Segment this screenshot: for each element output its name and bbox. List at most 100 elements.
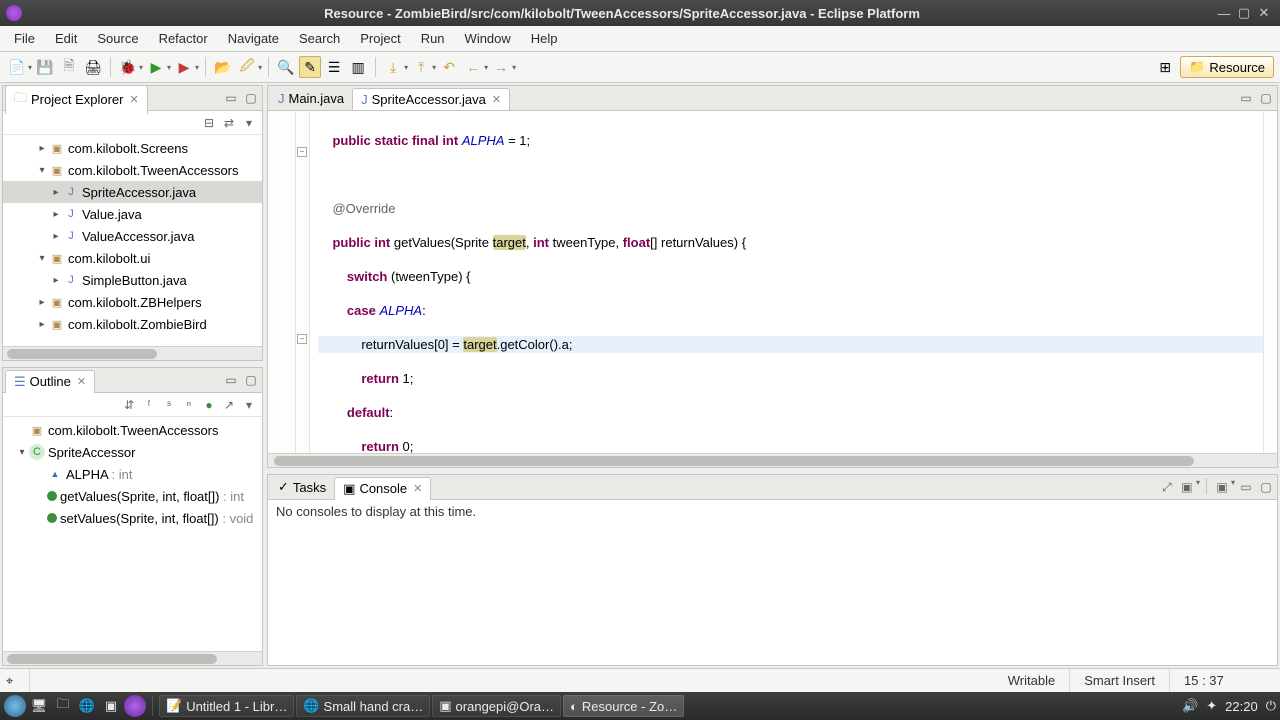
network-icon[interactable]: ✦ [1206, 698, 1217, 714]
task-item[interactable]: 📝Untitled 1 - Libr… [159, 695, 294, 717]
menu-window[interactable]: Window [455, 27, 521, 50]
menu-navigate[interactable]: Navigate [218, 27, 289, 50]
power-icon[interactable]: ⏻ [1266, 698, 1276, 714]
project-explorer-tab[interactable]: 🗀 Project Explorer ✕ [5, 85, 148, 114]
fold-marker[interactable]: − [297, 334, 307, 344]
close-icon[interactable]: ✕ [130, 93, 139, 106]
outline-tab[interactable]: ☰ Outline ✕ [5, 370, 95, 393]
pin-console-button[interactable]: ⤢ [1158, 478, 1176, 496]
tree-row[interactable]: ▾CSpriteAccessor [3, 441, 262, 463]
show-desktop-button[interactable]: 🖥 [28, 695, 50, 717]
view-menu-button[interactable]: ▾ [240, 114, 258, 132]
clock[interactable]: 22:20 [1225, 699, 1258, 714]
open-type-button[interactable]: 📂 [212, 56, 234, 78]
print-button[interactable]: 🖨 [82, 56, 104, 78]
back-button[interactable]: ← [462, 56, 484, 78]
overview-ruler[interactable] [1263, 111, 1277, 453]
hide-local-button[interactable]: ● [200, 396, 218, 414]
tasks-tab[interactable]: ✓ Tasks [270, 476, 334, 498]
tree-row[interactable]: ▲ALPHA : int [3, 463, 262, 485]
start-button[interactable] [4, 695, 26, 717]
terminal-button[interactable]: ▣ [100, 695, 122, 717]
tree-row[interactable]: ▣com.kilobolt.TweenAccessors [3, 419, 262, 441]
save-button[interactable]: 💾 [34, 56, 56, 78]
tree-row[interactable]: ▸▣com.kilobolt.ZBHelpers [3, 291, 262, 313]
panel-minimize-button[interactable]: ▭ [1237, 478, 1255, 496]
fold-marker[interactable]: − [297, 147, 307, 157]
link-editor-button[interactable]: ⇄ [220, 114, 238, 132]
project-explorer-tree[interactable]: ▸▣com.kilobolt.Screens▾▣com.kilobolt.Twe… [3, 135, 262, 346]
tree-row[interactable]: ▸JValueAccessor.java [3, 225, 262, 247]
view-menu-button[interactable]: ▾ [240, 396, 258, 414]
file-manager-button[interactable]: 🗀 [52, 695, 74, 717]
twisty-icon[interactable]: ▸ [35, 297, 49, 308]
task-item[interactable]: 🌐Small hand cra… [296, 695, 430, 717]
open-console-button[interactable]: ▣ [1213, 478, 1231, 496]
maximize-button[interactable]: ▢ [1234, 5, 1254, 21]
panel-maximize-button[interactable]: ▢ [242, 89, 260, 107]
new-button[interactable]: 📄 [6, 56, 28, 78]
tree-row[interactable]: ▸▣com.kilobolt.ZombieBird [3, 313, 262, 335]
twisty-icon[interactable]: ▸ [49, 275, 63, 286]
outline-tree[interactable]: ▣com.kilobolt.TweenAccessors▾CSpriteAcce… [3, 417, 262, 651]
horizontal-scrollbar[interactable] [3, 346, 262, 360]
open-task-button[interactable]: 🖉 [236, 56, 258, 78]
panel-minimize-button[interactable]: ▭ [222, 89, 240, 107]
menu-run[interactable]: Run [411, 27, 455, 50]
twisty-icon[interactable]: ▾ [35, 165, 49, 176]
annotate-button[interactable]: ✎ [299, 56, 321, 78]
menu-file[interactable]: File [4, 27, 45, 50]
close-icon[interactable]: ✕ [413, 482, 422, 495]
nav-up-button[interactable]: ⤒ [410, 56, 432, 78]
editor-tab-main[interactable]: J Main.java [270, 88, 352, 109]
tree-row[interactable]: ▸JSimpleButton.java [3, 269, 262, 291]
hide-fields-button[interactable]: ᶠ [140, 396, 158, 414]
menu-project[interactable]: Project [350, 27, 410, 50]
focus-button[interactable]: ↗ [220, 396, 238, 414]
hide-static-button[interactable]: ˢ [160, 396, 178, 414]
twisty-icon[interactable]: ▸ [49, 209, 63, 220]
debug-button[interactable]: 🐞 [117, 56, 139, 78]
hide-nonpublic-button[interactable]: ⁿ [180, 396, 198, 414]
tree-row[interactable]: getValues(Sprite, int, float[]) : int [3, 485, 262, 507]
browser-button[interactable]: 🌐 [76, 695, 98, 717]
panel-minimize-button[interactable]: ▭ [1237, 89, 1255, 107]
back-last-button[interactable]: ↶ [438, 56, 460, 78]
save-all-button[interactable]: 🗎 [58, 56, 80, 78]
twisty-icon[interactable]: ▸ [49, 231, 63, 242]
forward-button[interactable]: → [490, 56, 512, 78]
task-item[interactable]: ▣orangepi@Ora… [432, 695, 561, 717]
tree-row[interactable]: ▾▣com.kilobolt.TweenAccessors [3, 159, 262, 181]
twisty-icon[interactable]: ▸ [35, 319, 49, 330]
sort-button[interactable]: ⇵ [120, 396, 138, 414]
tree-row[interactable]: ▸JSpriteAccessor.java [3, 181, 262, 203]
editor-area[interactable]: − − public static final int ALPHA = 1; @… [268, 111, 1277, 453]
display-console-button[interactable]: ▣ [1178, 478, 1196, 496]
twisty-icon[interactable]: ▾ [35, 253, 49, 264]
nav-down-button[interactable]: ⤓ [382, 56, 404, 78]
panel-maximize-button[interactable]: ▢ [242, 371, 260, 389]
ext-tools-button[interactable]: ▶ [173, 56, 195, 78]
editor-hscroll[interactable] [268, 453, 1277, 467]
code-editor[interactable]: public static final int ALPHA = 1; @Over… [310, 111, 1263, 453]
tree-row[interactable]: setValues(Sprite, int, float[]) : void [3, 507, 262, 529]
menu-search[interactable]: Search [289, 27, 350, 50]
panel-maximize-button[interactable]: ▢ [1257, 89, 1275, 107]
console-tab[interactable]: ▣ Console ✕ [334, 477, 431, 500]
toggle-breadcrumb-button[interactable]: ☰ [323, 56, 345, 78]
twisty-icon[interactable]: ▸ [35, 143, 49, 154]
tree-row[interactable]: ▸JValue.java [3, 203, 262, 225]
editor-fold-column[interactable]: − − [296, 111, 310, 453]
collapse-all-button[interactable]: ⊟ [200, 114, 218, 132]
menu-source[interactable]: Source [87, 27, 148, 50]
panel-maximize-button[interactable]: ▢ [1257, 478, 1275, 496]
close-button[interactable]: ✕ [1254, 5, 1274, 21]
tree-row[interactable]: ▾▣com.kilobolt.ui [3, 247, 262, 269]
volume-icon[interactable]: 🔊 [1182, 698, 1198, 714]
search-button[interactable]: 🔍 [275, 56, 297, 78]
task-item[interactable]: ◐Resource - Zo… [563, 695, 684, 717]
editor-tab-spriteaccessor[interactable]: J SpriteAccessor.java ✕ [352, 88, 510, 110]
tree-row[interactable]: ▸▣com.kilobolt.Screens [3, 137, 262, 159]
perspective-resource[interactable]: 📁 Resource [1180, 56, 1274, 78]
minimize-button[interactable]: — [1214, 6, 1234, 21]
